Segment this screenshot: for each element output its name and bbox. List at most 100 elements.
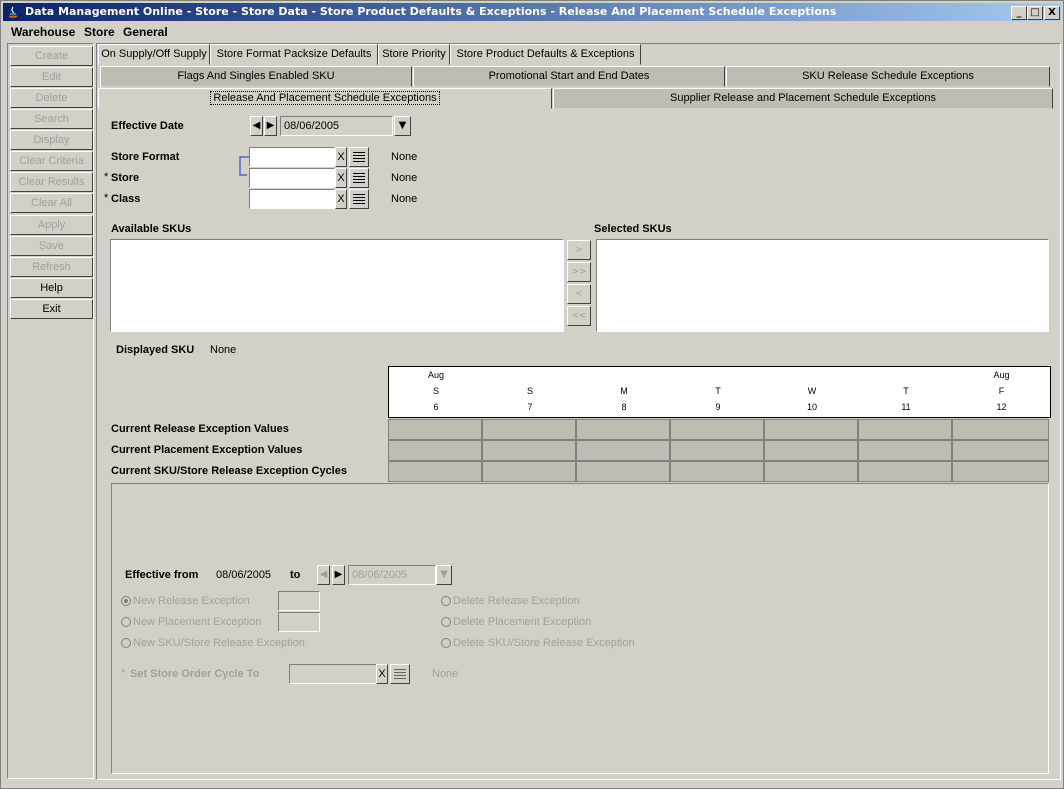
new-release-input[interactable] xyxy=(278,591,320,611)
right-arrow-icon: ▶ xyxy=(266,120,275,131)
store-input[interactable] xyxy=(249,168,335,188)
maximize-button[interactable]: □ xyxy=(1027,6,1043,20)
store-lookup-button[interactable] xyxy=(349,168,369,188)
calendar-cell[interactable] xyxy=(482,461,576,482)
date-dropdown-button[interactable]: ▼ xyxy=(394,116,411,136)
class-label: Class xyxy=(111,193,141,205)
calendar-cell[interactable] xyxy=(670,440,764,461)
tab-store-product-defaults-exceptions[interactable]: Store Product Defaults & Exceptions xyxy=(450,44,641,65)
store-order-cycle-input[interactable] xyxy=(289,664,377,684)
display-button[interactable]: Display xyxy=(10,130,93,150)
selected-skus-list[interactable] xyxy=(596,239,1049,332)
exit-button[interactable]: Exit xyxy=(10,299,93,319)
release-values-label: Current Release Exception Values xyxy=(111,423,289,435)
calendar-cell[interactable] xyxy=(858,419,952,440)
menu-warehouse[interactable]: Warehouse xyxy=(11,25,75,39)
to-date-prev-button[interactable]: ◀ xyxy=(317,565,330,585)
tab-release-placement-schedule-exceptions[interactable]: Release And Placement Schedule Exception… xyxy=(98,88,552,109)
to-date-next-button[interactable]: ▶ xyxy=(332,565,345,585)
store-order-cycle-lookup-button[interactable] xyxy=(390,664,410,684)
tab-store-format-packsize-defaults[interactable]: Store Format Packsize Defaults xyxy=(210,44,378,65)
to-date-field[interactable]: 08/06/2005 xyxy=(348,565,436,585)
create-button[interactable]: Create xyxy=(10,46,93,66)
calendar-cell[interactable] xyxy=(388,440,482,461)
calendar-cell[interactable] xyxy=(482,440,576,461)
delete-button[interactable]: Delete xyxy=(10,88,93,108)
new-sku-store-release-radio[interactable] xyxy=(121,638,131,648)
calendar-row-cycles xyxy=(388,461,1051,482)
calendar-cell[interactable] xyxy=(482,419,576,440)
save-button[interactable]: Save xyxy=(10,236,93,256)
store-format-label: Store Format xyxy=(111,151,180,163)
menu-general[interactable]: General xyxy=(123,25,168,39)
menu-store[interactable]: Store xyxy=(84,25,115,39)
new-release-radio[interactable] xyxy=(121,596,131,606)
delete-sku-store-release-radio[interactable] xyxy=(441,638,451,648)
store-format-clear-button[interactable]: X xyxy=(335,147,347,167)
new-placement-radio[interactable] xyxy=(121,617,131,627)
calendar-cell[interactable] xyxy=(952,461,1049,482)
minimize-button[interactable]: _ xyxy=(1011,6,1027,20)
refresh-button[interactable]: Refresh xyxy=(10,257,93,277)
move-all-left-button[interactable]: << xyxy=(567,306,591,326)
apply-button[interactable]: Apply xyxy=(10,215,93,235)
new-sku-store-release-label: New SKU/Store Release Exception xyxy=(133,637,305,649)
tab-sku-release-schedule-exceptions[interactable]: SKU Release Schedule Exceptions xyxy=(726,66,1050,87)
help-button[interactable]: Help xyxy=(10,278,93,298)
calendar-cell[interactable] xyxy=(388,419,482,440)
date-prev-button[interactable]: ◀ xyxy=(250,116,263,136)
clear-results-button[interactable]: Clear Results xyxy=(10,172,93,192)
calendar-cell[interactable] xyxy=(764,419,858,440)
calendar-cell[interactable] xyxy=(952,440,1049,461)
delete-release-radio[interactable] xyxy=(441,596,451,606)
calendar-cell[interactable] xyxy=(952,419,1049,440)
calendar-cell[interactable] xyxy=(576,440,670,461)
calendar-cell[interactable] xyxy=(576,461,670,482)
store-order-cycle-clear-button[interactable]: X xyxy=(376,664,388,684)
store-format-lookup-button[interactable] xyxy=(349,147,369,167)
store-clear-button[interactable]: X xyxy=(335,168,347,188)
delete-placement-radio[interactable] xyxy=(441,617,451,627)
class-input[interactable] xyxy=(249,189,335,209)
date-next-button[interactable]: ▶ xyxy=(264,116,277,136)
store-format-input[interactable] xyxy=(249,147,335,167)
clear-criteria-button[interactable]: Clear Criteria xyxy=(10,151,93,171)
calendar-cell[interactable] xyxy=(576,419,670,440)
delete-release-label: Delete Release Exception xyxy=(453,595,580,607)
edit-button[interactable]: Edit xyxy=(10,67,93,87)
tab-promotional-dates[interactable]: Promotional Start and End Dates xyxy=(413,66,725,87)
move-right-button[interactable]: > xyxy=(567,240,591,260)
class-clear-button[interactable]: X xyxy=(335,189,347,209)
chevron-down-icon: ▼ xyxy=(398,120,407,131)
tab-flags-and-singles[interactable]: Flags And Singles Enabled SKU xyxy=(100,66,412,87)
search-button[interactable]: Search xyxy=(10,109,93,129)
class-lookup-button[interactable] xyxy=(349,189,369,209)
title-bar: Data Management Online - Store - Store D… xyxy=(3,3,1061,21)
effective-date-field[interactable]: 08/06/2005 xyxy=(280,116,393,136)
new-placement-input[interactable] xyxy=(278,612,320,632)
store-order-cycle-value: None xyxy=(432,668,459,680)
calendar-cell[interactable] xyxy=(764,440,858,461)
calendar-cell[interactable] xyxy=(670,419,764,440)
calendar-header: Aug S 6 S7 M8 T9 W 10 T 11 Aug F 12 xyxy=(388,366,1051,418)
tab-store-priority[interactable]: Store Priority xyxy=(378,44,450,65)
save-label: Save xyxy=(38,240,65,252)
window-title: Data Management Online - Store - Store D… xyxy=(25,5,837,18)
calendar-cell[interactable] xyxy=(764,461,858,482)
available-skus-list[interactable] xyxy=(110,239,564,332)
calendar-cell[interactable] xyxy=(388,461,482,482)
move-all-right-button[interactable]: >> xyxy=(567,262,591,282)
calendar-cell[interactable] xyxy=(858,461,952,482)
tab-on-supply-off-supply[interactable]: On Supply/Off Supply xyxy=(98,44,210,65)
calendar-day-header: T9 xyxy=(715,386,721,412)
tab-supplier-release-placement[interactable]: Supplier Release and Placement Schedule … xyxy=(553,88,1053,109)
calendar-cell[interactable] xyxy=(670,461,764,482)
to-date-dropdown-button[interactable]: ▼ xyxy=(436,565,452,585)
tab-label: Release And Placement Schedule Exception… xyxy=(210,91,440,105)
move-left-button[interactable]: < xyxy=(567,284,591,304)
calendar-cell[interactable] xyxy=(858,440,952,461)
store-order-cycle-label: Set Store Order Cycle To xyxy=(130,668,260,680)
clear-all-button[interactable]: Clear All xyxy=(10,193,93,213)
close-button[interactable]: X xyxy=(1044,6,1060,20)
action-sidebar: Create Edit Delete Search Display Clear … xyxy=(7,43,94,779)
